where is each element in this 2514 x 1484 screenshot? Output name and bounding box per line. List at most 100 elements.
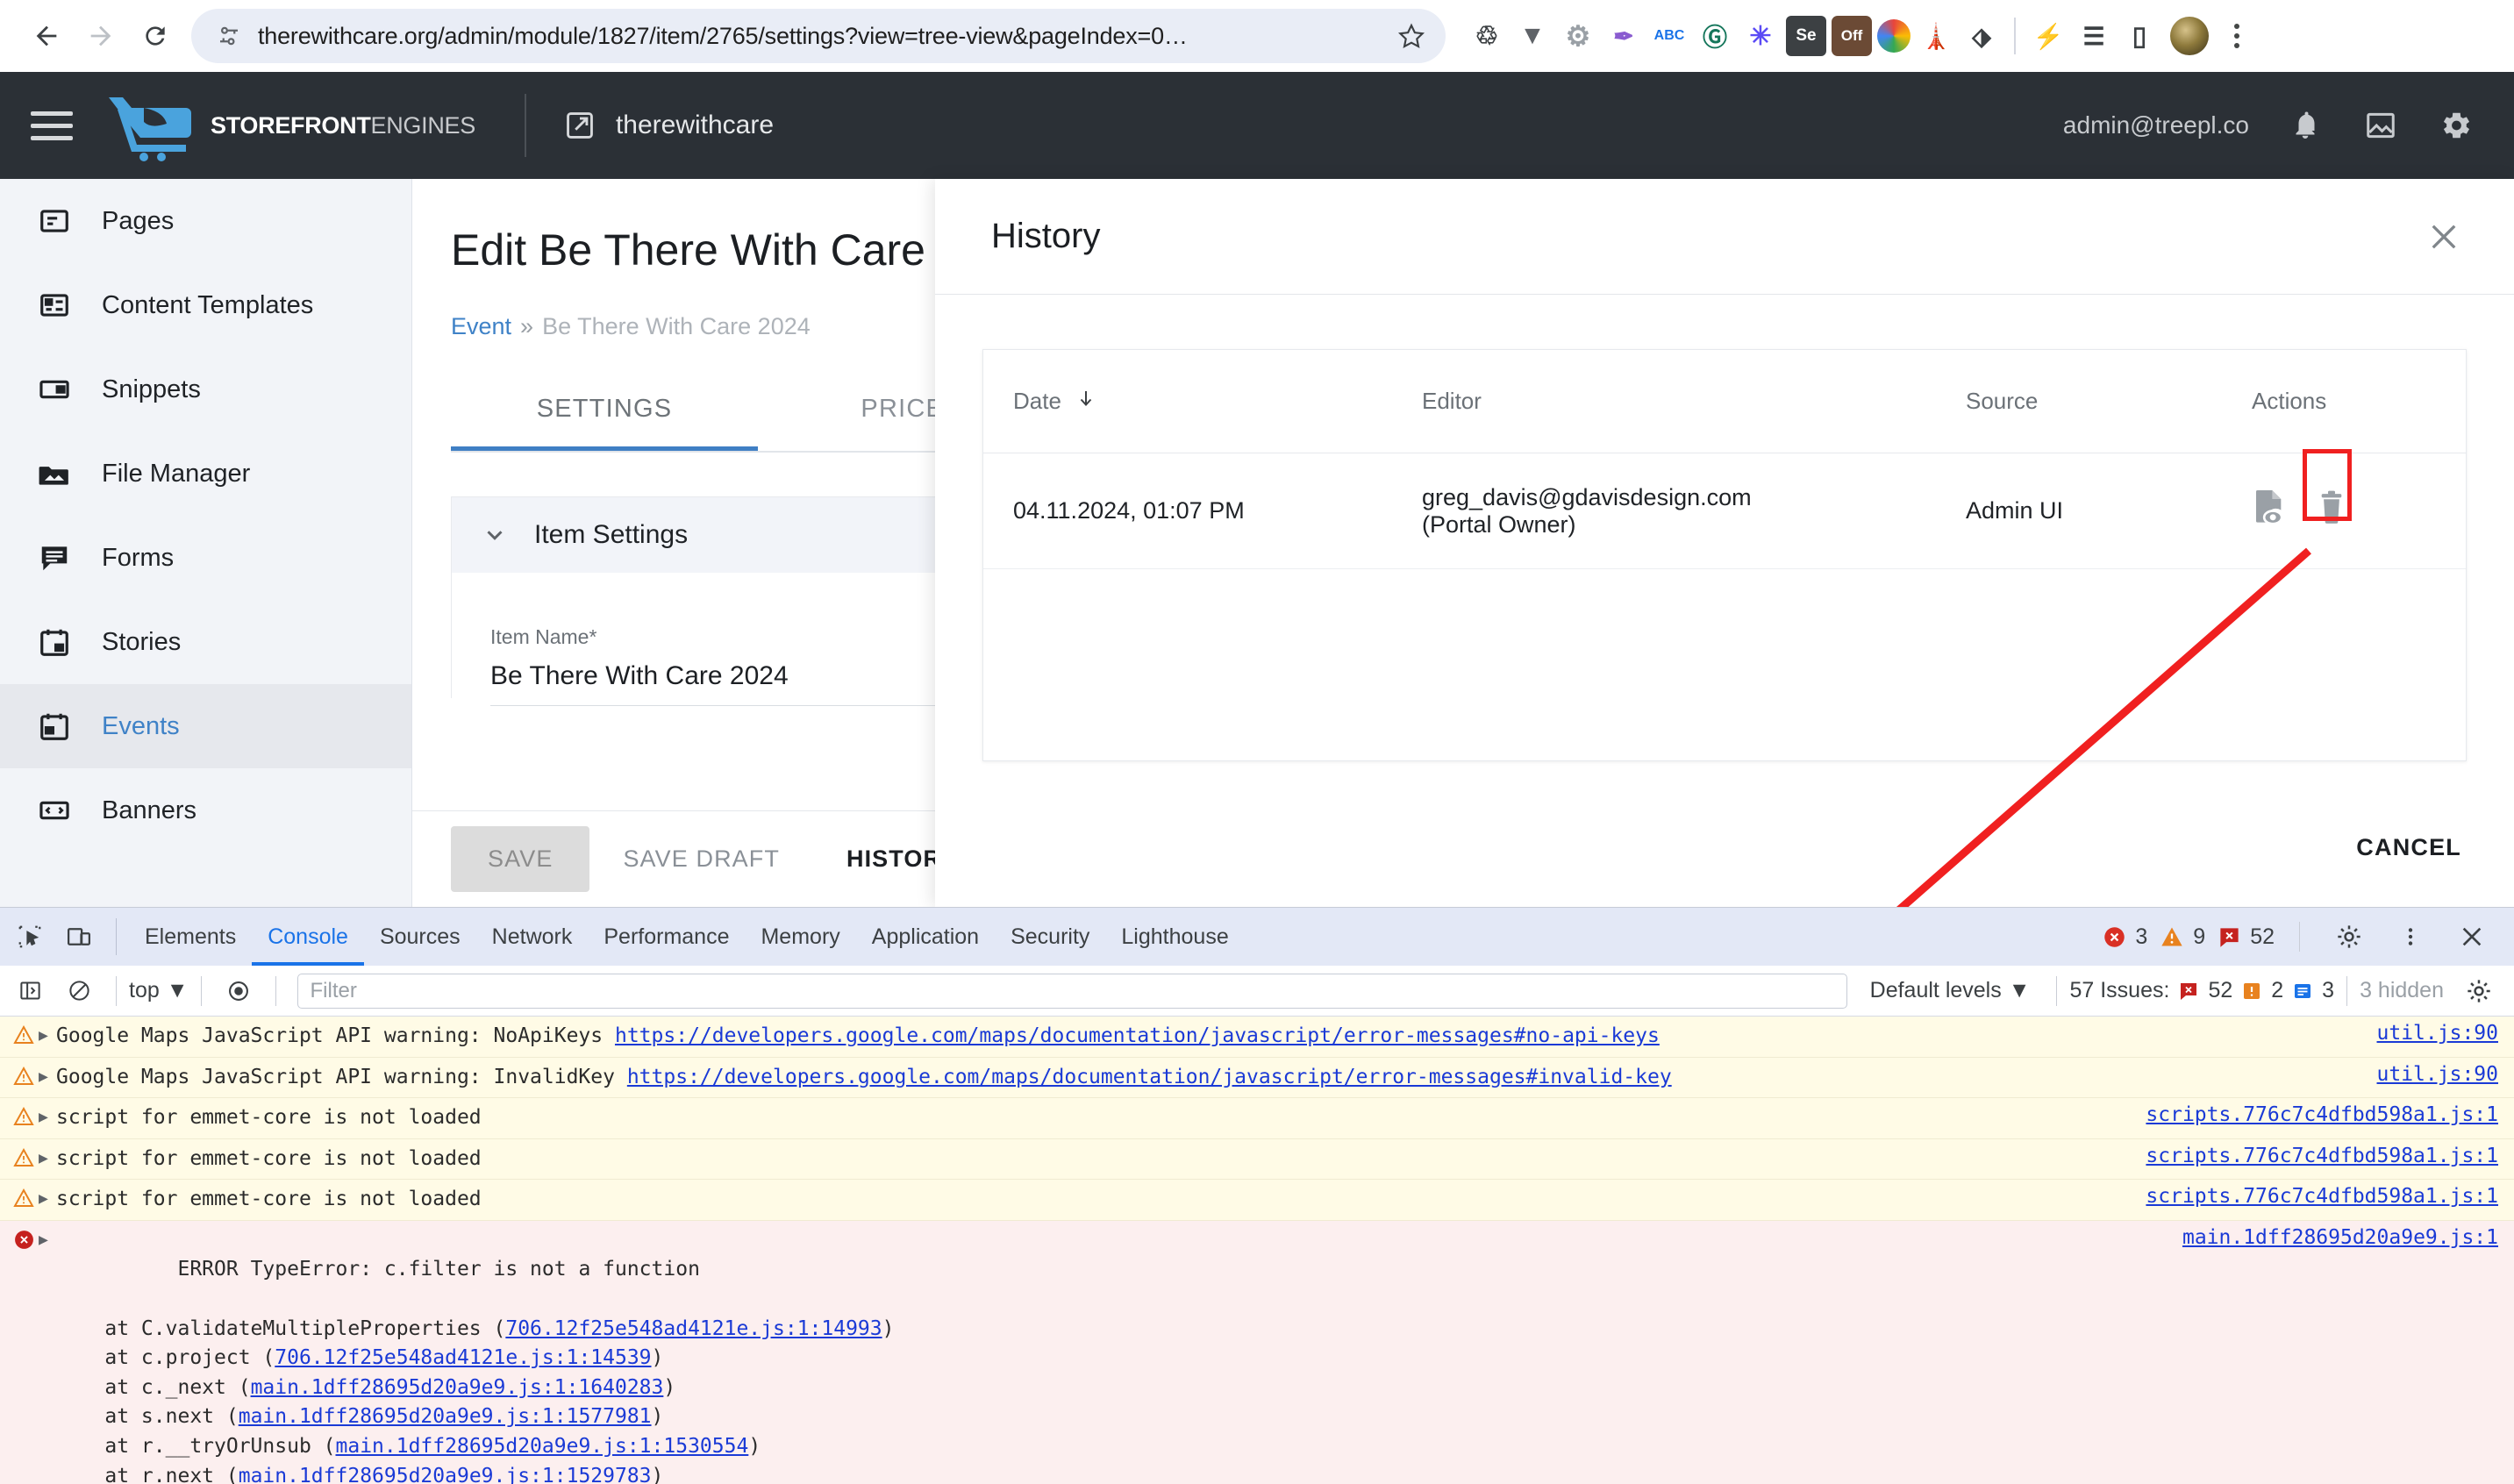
bookmark-star-icon[interactable] bbox=[1391, 16, 1432, 56]
chrome-menu-icon[interactable] bbox=[2219, 24, 2254, 48]
error-stack-link[interactable]: 706.12f25e548ad4121e.js:1:14539 bbox=[275, 1346, 651, 1369]
sidebar-item-snippets[interactable]: Snippets bbox=[0, 347, 411, 432]
bottle-extension-icon[interactable]: ⬗ bbox=[1961, 16, 2002, 56]
brand-logo[interactable]: STOREFRONTENGINES bbox=[102, 89, 475, 162]
console-error-row[interactable]: ▶ ERROR TypeError: c.filter is not a fun… bbox=[0, 1220, 2514, 1484]
error-stack-link[interactable]: main.1dff28695d20a9e9.js:1:1530554 bbox=[336, 1435, 749, 1458]
console-message-row[interactable]: ▶ script for emmet-core is not loaded sc… bbox=[0, 1138, 2514, 1181]
device-toolbar-icon[interactable] bbox=[54, 912, 104, 961]
open-site-link[interactable]: therewithcare bbox=[563, 109, 774, 142]
preview-version-icon[interactable] bbox=[2252, 489, 2287, 533]
grammarly-extension-icon[interactable]: Ⓖ bbox=[1695, 16, 1735, 56]
log-level-selector[interactable]: Default levels ▼ bbox=[1856, 978, 2045, 1003]
sidebar-item-file-manager[interactable]: File Manager bbox=[0, 432, 411, 516]
sidebar-item-stories[interactable]: Stories bbox=[0, 600, 411, 684]
download-arrow-extension-icon[interactable]: ▼ bbox=[1512, 16, 1553, 56]
sidebar-item-pages[interactable]: Pages bbox=[0, 179, 411, 263]
expand-triangle-icon[interactable]: ▶ bbox=[39, 1103, 56, 1126]
sidebar-item-banners[interactable]: Banners bbox=[0, 768, 411, 853]
address-bar[interactable]: therewithcare.org/admin/module/1827/item… bbox=[191, 9, 1446, 63]
expand-triangle-icon[interactable]: ▶ bbox=[39, 1145, 56, 1167]
close-devtools-icon[interactable] bbox=[2447, 912, 2496, 961]
hamburger-menu-icon[interactable] bbox=[12, 111, 91, 140]
side-panel-icon[interactable]: ▯ bbox=[2119, 16, 2160, 56]
lightning-extension-icon[interactable]: ⚡ bbox=[2028, 16, 2068, 56]
console-message-row[interactable]: ▶ script for emmet-core is not loaded sc… bbox=[0, 1180, 2514, 1221]
item-settings-title: Item Settings bbox=[534, 520, 689, 549]
column-header-source[interactable]: Source bbox=[1966, 388, 2238, 415]
feather-extension-icon[interactable]: ✒ bbox=[1603, 16, 1644, 56]
console-filter-input[interactable]: Filter bbox=[296, 973, 1847, 1009]
console-message-row[interactable]: ▶ Google Maps JavaScript API warning: No… bbox=[0, 1017, 2514, 1058]
tab-security[interactable]: Security bbox=[995, 908, 1105, 966]
save-draft-button[interactable]: SAVE DRAFT bbox=[589, 826, 813, 892]
gear-icon[interactable] bbox=[2437, 106, 2475, 145]
issues-settings-gear-icon[interactable] bbox=[2454, 967, 2503, 1016]
sidebar-item-content-templates[interactable]: Content Templates bbox=[0, 263, 411, 347]
console-message-source[interactable]: scripts.776c7c4dfbd598a1.js:1 bbox=[2125, 1145, 2498, 1167]
reading-list-extension-icon[interactable]: ☰ bbox=[2074, 16, 2114, 56]
tab-lighthouse[interactable]: Lighthouse bbox=[1105, 908, 1244, 966]
url-text[interactable]: therewithcare.org/admin/module/1827/item… bbox=[247, 23, 1391, 50]
console-message-source[interactable]: scripts.776c7c4dfbd598a1.js:1 bbox=[2125, 1185, 2498, 1208]
error-count-badge[interactable]: 3 bbox=[2103, 924, 2147, 950]
error-stack-link[interactable]: main.1dff28695d20a9e9.js:1:1640283 bbox=[251, 1376, 664, 1399]
profile-avatar[interactable] bbox=[2170, 17, 2209, 55]
site-information-icon[interactable] bbox=[211, 18, 247, 54]
more-vertical-icon[interactable] bbox=[2386, 912, 2435, 961]
save-button[interactable]: SAVE bbox=[451, 826, 590, 892]
console-message-source[interactable]: scripts.776c7c4dfbd598a1.js:1 bbox=[2125, 1103, 2498, 1126]
error-stack-link[interactable]: main.1dff28695d20a9e9.js:1:1577981 bbox=[239, 1405, 652, 1428]
issues-count-badge[interactable]: 52 bbox=[2218, 924, 2275, 950]
close-icon[interactable] bbox=[2421, 214, 2467, 260]
tab-sources[interactable]: Sources bbox=[364, 908, 476, 966]
snowflake-extension-icon[interactable]: ✳ bbox=[1740, 16, 1781, 56]
colorful-circle-extension-icon[interactable] bbox=[1877, 19, 1910, 53]
issues-summary[interactable]: 57 Issues: 52 2 3 bbox=[2069, 978, 2334, 1003]
warning-count-badge[interactable]: 9 bbox=[2160, 924, 2205, 950]
sidebar-item-events[interactable]: Events bbox=[0, 684, 411, 768]
breadcrumb-parent-link[interactable]: Event bbox=[451, 313, 511, 339]
tab-network[interactable]: Network bbox=[476, 908, 589, 966]
console-message-source[interactable]: util.js:90 bbox=[2356, 1063, 2498, 1086]
error-stack-link[interactable]: 706.12f25e548ad4121e.js:1:14993 bbox=[505, 1317, 882, 1340]
tab-elements[interactable]: Elements bbox=[129, 908, 252, 966]
inspect-element-icon[interactable] bbox=[5, 912, 54, 961]
tab-settings[interactable]: SETTINGS bbox=[451, 374, 758, 451]
chevron-down-icon[interactable] bbox=[480, 520, 510, 550]
console-message-row[interactable]: ▶ script for emmet-core is not loaded sc… bbox=[0, 1098, 2514, 1139]
off-toggle-extension-icon[interactable]: Off bbox=[1832, 16, 1872, 56]
live-expression-icon[interactable] bbox=[214, 967, 263, 1016]
gear-extension-icon[interactable]: ⚙ bbox=[1558, 16, 1598, 56]
console-message-row[interactable]: ▶ Google Maps JavaScript API warning: In… bbox=[0, 1057, 2514, 1099]
execution-context-selector[interactable]: top ▼ bbox=[129, 978, 189, 1003]
image-icon[interactable] bbox=[2361, 106, 2400, 145]
tab-application[interactable]: Application bbox=[856, 908, 995, 966]
tab-performance[interactable]: Performance bbox=[588, 908, 745, 966]
bell-icon[interactable] bbox=[2286, 106, 2325, 145]
console-message-source[interactable]: util.js:90 bbox=[2356, 1022, 2498, 1045]
back-button[interactable] bbox=[19, 9, 74, 63]
abc-spellcheck-extension-icon[interactable]: ABC bbox=[1649, 16, 1689, 56]
gear-icon[interactable] bbox=[2325, 912, 2374, 961]
column-header-editor[interactable]: Editor bbox=[1422, 388, 1966, 415]
error-stack-link[interactable]: main.1dff28695d20a9e9.js:1:1529783 bbox=[239, 1465, 652, 1484]
expand-triangle-icon[interactable]: ▶ bbox=[39, 1185, 56, 1208]
console-sidebar-icon[interactable] bbox=[5, 967, 54, 1016]
tab-memory[interactable]: Memory bbox=[745, 908, 855, 966]
clear-console-icon[interactable] bbox=[54, 967, 104, 1016]
column-header-date[interactable]: Date bbox=[983, 388, 1422, 415]
expand-triangle-icon[interactable]: ▶ bbox=[39, 1226, 56, 1249]
recycle-extension-icon[interactable]: ♲ bbox=[1467, 16, 1507, 56]
selenium-extension-icon[interactable]: Se bbox=[1786, 16, 1826, 56]
expand-triangle-icon[interactable]: ▶ bbox=[39, 1022, 56, 1045]
reload-button[interactable] bbox=[128, 9, 182, 63]
expand-triangle-icon[interactable]: ▶ bbox=[39, 1063, 56, 1086]
tab-console[interactable]: Console bbox=[252, 908, 364, 966]
console-message-source[interactable]: main.1dff28695d20a9e9.js:1 bbox=[2161, 1226, 2498, 1249]
lighthouse-extension-icon[interactable]: 🗼 bbox=[1916, 16, 1956, 56]
forward-button[interactable] bbox=[74, 9, 128, 63]
cancel-button[interactable]: CANCEL bbox=[2356, 834, 2461, 861]
sidebar-item-forms[interactable]: Forms bbox=[0, 516, 411, 600]
delete-version-icon[interactable] bbox=[2317, 489, 2346, 532]
